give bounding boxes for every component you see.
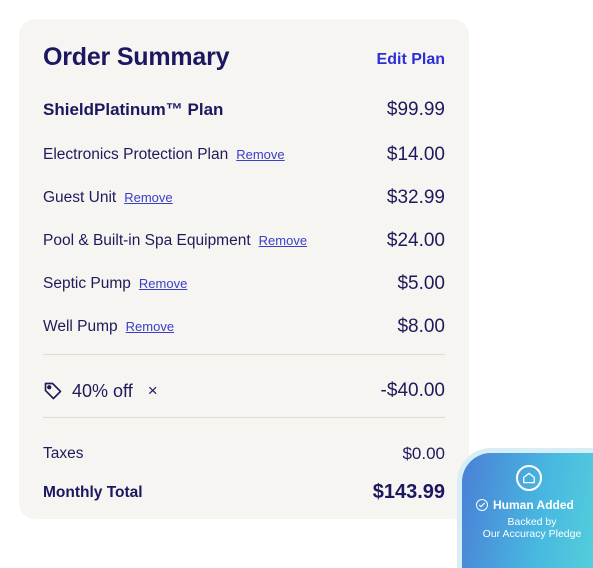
- line-item: Guest Unit Remove $32.99: [43, 187, 445, 209]
- line-item-name: Well Pump: [43, 318, 118, 335]
- line-item: Pool & Built-in Spa Equipment Remove $24…: [43, 230, 445, 252]
- divider: [43, 417, 445, 418]
- plan-name: ShieldPlatinum™ Plan: [43, 100, 224, 119]
- line-item-name: Septic Pump: [43, 275, 131, 292]
- line-item-name: Electronics Protection Plan: [43, 146, 229, 163]
- remove-electronics-link[interactable]: Remove: [236, 147, 284, 162]
- human-added-badge[interactable]: Human Added Backed by Our Accuracy Pledg…: [457, 448, 593, 568]
- remove-septic-pump-link[interactable]: Remove: [139, 276, 187, 291]
- badge-backed-by: Backed by: [507, 516, 557, 528]
- badge-title-text: Human Added: [493, 498, 574, 512]
- tag-icon: [43, 381, 63, 401]
- line-item-price: $8.00: [397, 316, 445, 337]
- remove-well-pump-link[interactable]: Remove: [126, 319, 174, 334]
- monthly-total-value: $143.99: [372, 481, 445, 503]
- line-item-price: $5.00: [397, 273, 445, 294]
- line-item-price: $14.00: [386, 144, 445, 165]
- promo-amount: -$40.00: [380, 380, 445, 401]
- promo-row: 40% off × -$40.00: [43, 380, 445, 402]
- order-summary-title: Order Summary: [43, 43, 230, 71]
- remove-pool-spa-link[interactable]: Remove: [259, 233, 307, 248]
- line-item-price: $24.00: [386, 230, 445, 251]
- taxes-value: $0.00: [402, 444, 445, 463]
- line-item: Electronics Protection Plan Remove $14.0…: [43, 144, 445, 166]
- taxes-row: Taxes $0.00: [43, 444, 445, 464]
- line-item-price: $32.99: [386, 187, 445, 208]
- monthly-total-label: Monthly Total: [43, 483, 143, 501]
- badge-title: Human Added: [476, 498, 574, 512]
- order-summary-header: Order Summary Edit Plan: [43, 43, 445, 72]
- badge-pledge: Our Accuracy Pledge: [482, 528, 582, 540]
- divider: [43, 354, 445, 355]
- edit-plan-link[interactable]: Edit Plan: [377, 51, 445, 72]
- order-summary-card: Order Summary Edit Plan ShieldPlatinum™ …: [19, 19, 469, 519]
- plan-price: $99.99: [386, 99, 445, 120]
- plan-row: ShieldPlatinum™ Plan $99.99: [43, 99, 445, 121]
- line-item-name: Pool & Built-in Spa Equipment: [43, 232, 251, 249]
- promo-label: 40% off: [72, 380, 133, 401]
- taxes-label: Taxes: [43, 445, 84, 462]
- home-icon: [516, 465, 542, 491]
- line-item-name: Guest Unit: [43, 189, 117, 206]
- line-item: Septic Pump Remove $5.00: [43, 273, 445, 295]
- remove-promo-button[interactable]: ×: [148, 381, 158, 401]
- badge-subtitle: Backed by Our Accuracy Pledge: [462, 516, 593, 540]
- remove-guest-unit-link[interactable]: Remove: [124, 190, 172, 205]
- total-row: Monthly Total $143.99: [43, 481, 445, 504]
- line-item: Well Pump Remove $8.00: [43, 316, 445, 338]
- check-circle-icon: [476, 499, 488, 511]
